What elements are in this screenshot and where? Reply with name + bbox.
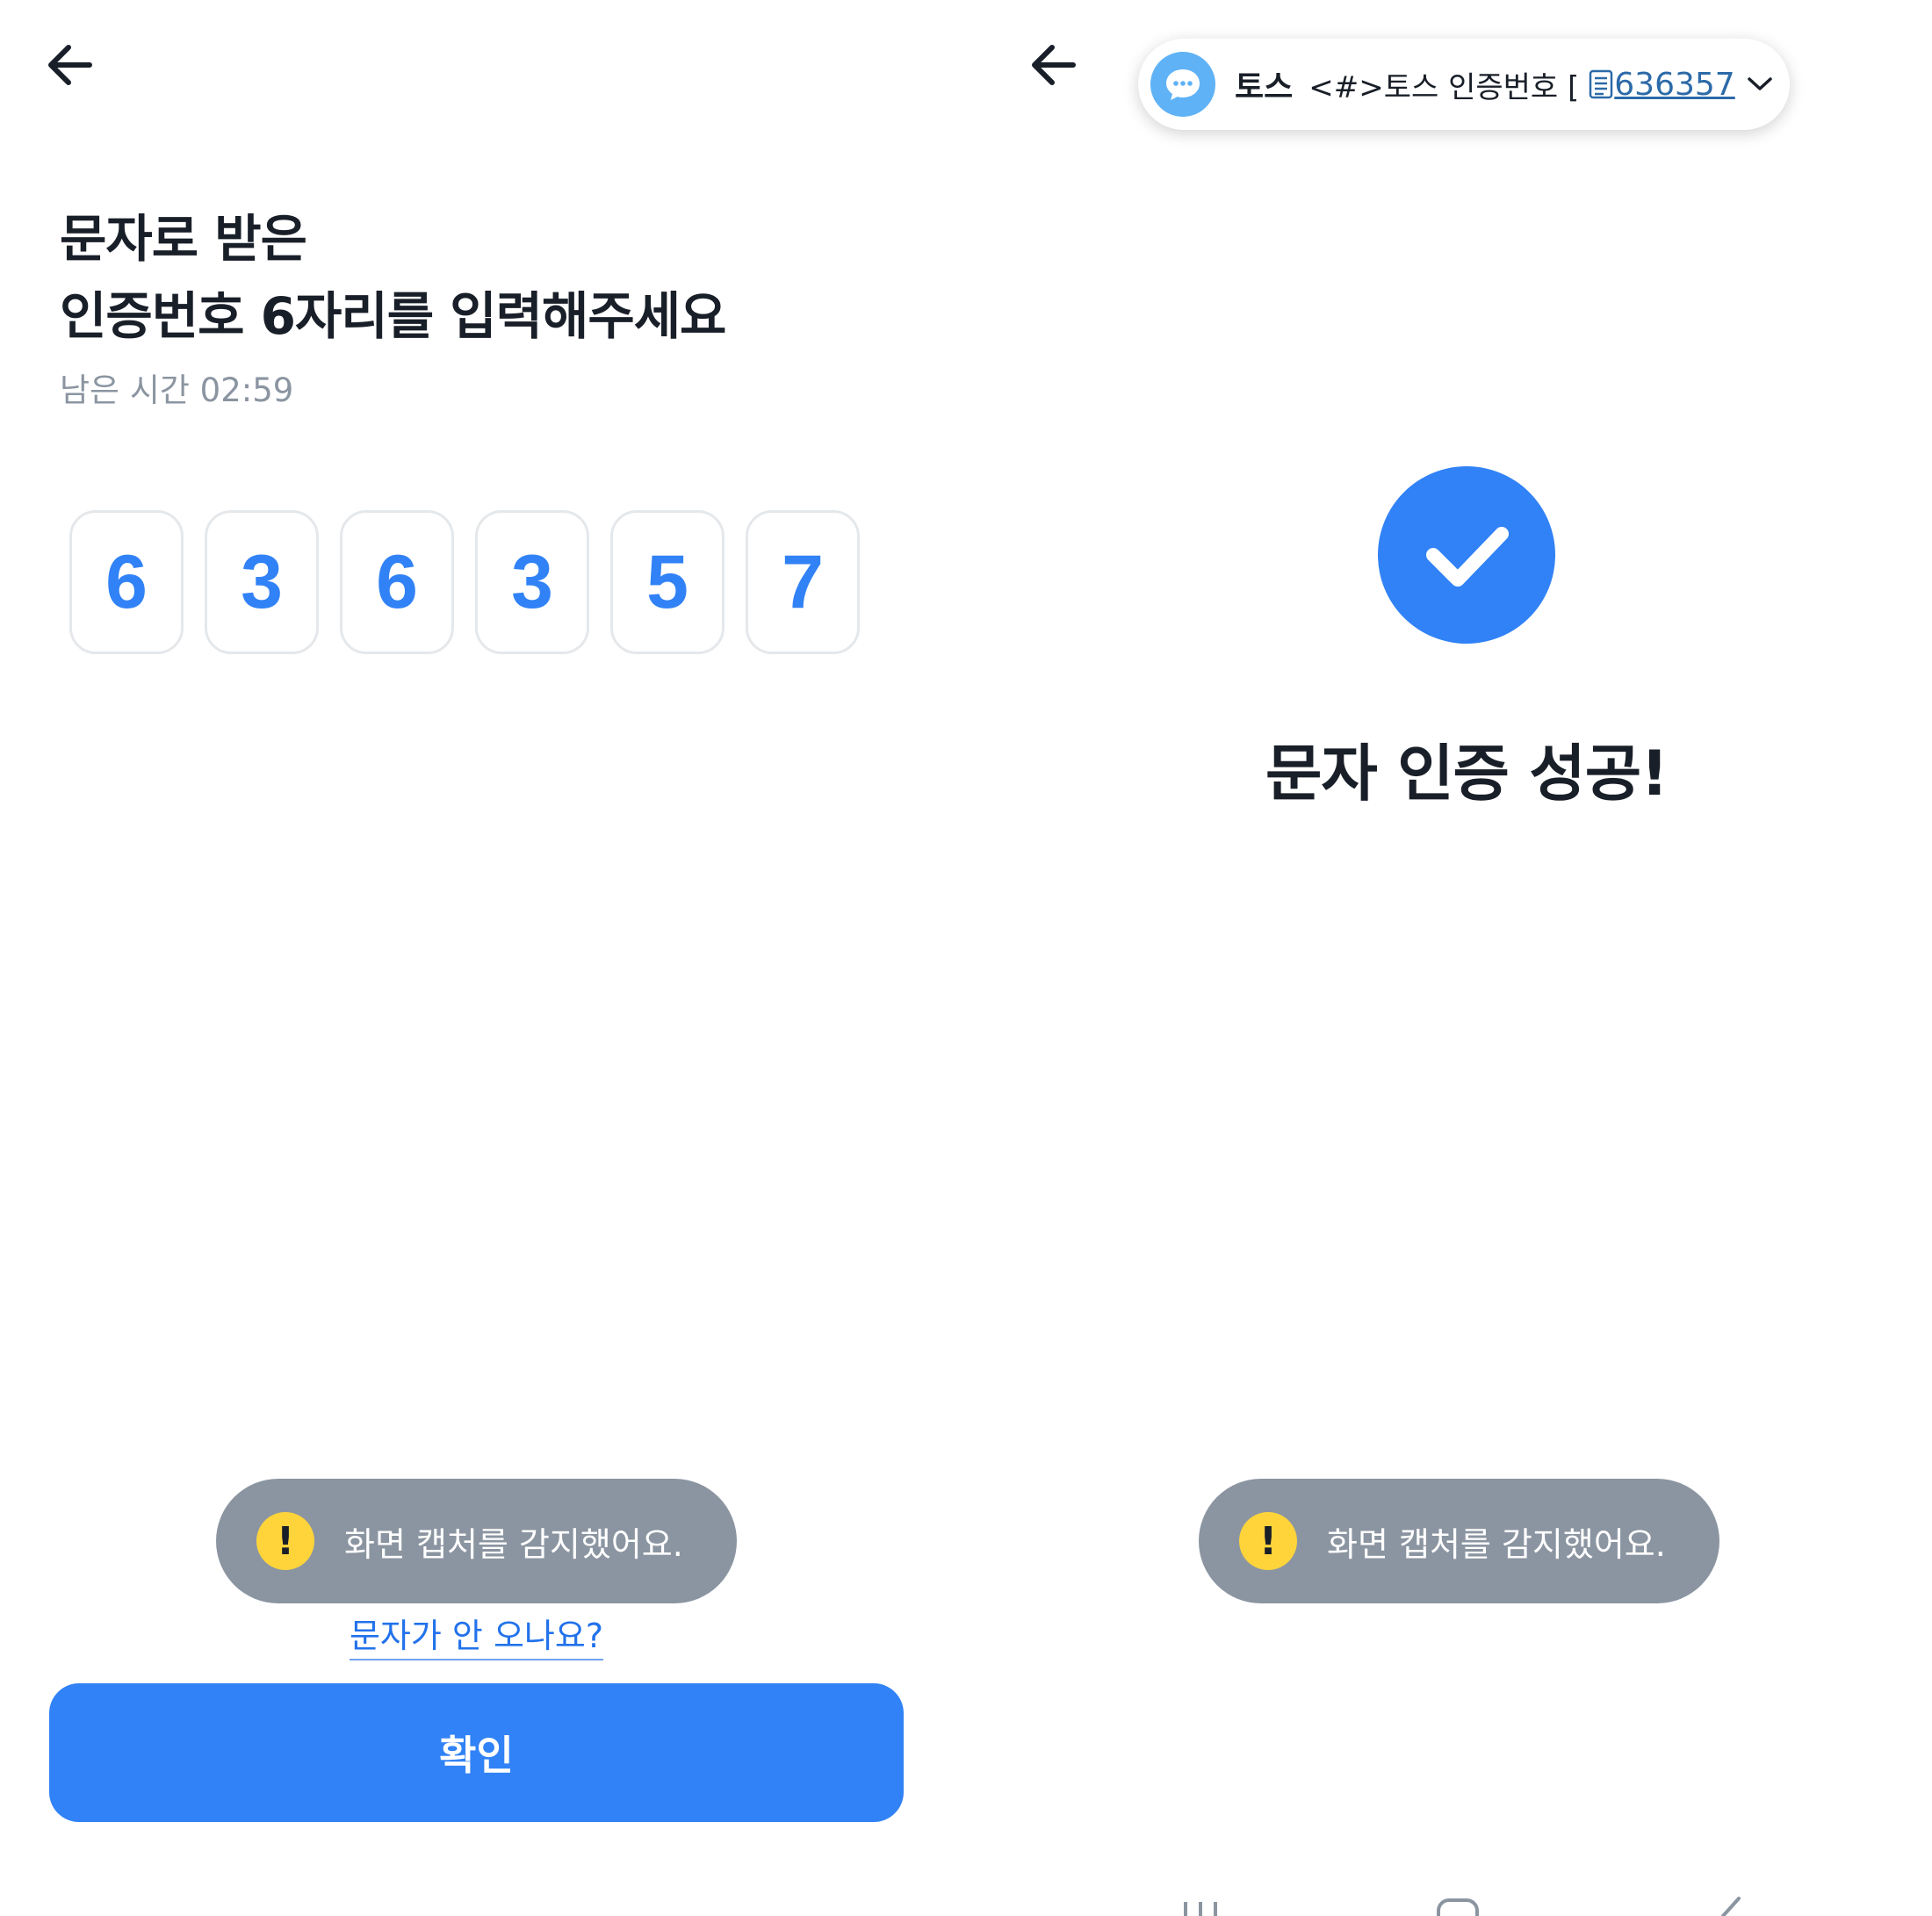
sms-sender: 토스 [1235, 69, 1294, 105]
chevron-down-icon[interactable] [1746, 76, 1774, 93]
page-title: 문자로 받은 인증번호 6자리를 입력해주세요 [60, 200, 726, 355]
arrow-left-icon [48, 45, 92, 85]
otp-digit-3[interactable]: 6 [340, 510, 454, 654]
arrow-left-icon [1032, 45, 1076, 85]
confirm-button[interactable]: 확인 [49, 1683, 904, 1822]
toast-text: 화면 캡처를 감지했어요. [1327, 1524, 1666, 1564]
remaining-time: 남은 시간 02:59 [60, 371, 294, 409]
sms-body: <#>토스 인증번호 [ [1308, 69, 1580, 105]
success-title: 문자 인증 성공! [1265, 738, 1669, 810]
back-button[interactable] [1019, 30, 1089, 100]
back-button[interactable] [35, 30, 105, 100]
verification-input-screen: 문자로 받은 인증번호 6자리를 입력해주세요 남은 시간 02:59 6 3 … [0, 0, 966, 1916]
sms-code-link[interactable]: 636357 [1614, 67, 1734, 103]
otp-digit-1[interactable]: 6 [69, 510, 184, 654]
page-title-line1: 문자로 받은 [60, 209, 307, 269]
check-icon [1378, 466, 1555, 644]
otp-digit-4[interactable]: 3 [475, 510, 589, 654]
copy-icon[interactable] [1588, 68, 1614, 100]
page-title-line2: 인증번호 6자리를 입력해주세요 [60, 286, 726, 346]
home-icon[interactable] [1436, 1897, 1480, 1916]
otp-digit-5[interactable]: 5 [610, 510, 724, 654]
recent-apps-icon[interactable] [1179, 1897, 1222, 1916]
verification-success-screen: 토스 <#>토스 인증번호 [ 636357 문자 인증 성공! ! 화면 캡처… [984, 0, 1932, 1916]
no-sms-link[interactable]: 문자가 안 오나요? [349, 1617, 604, 1660]
otp-code-input[interactable]: 6 3 6 3 5 7 [69, 510, 860, 654]
warning-icon: ! [256, 1512, 314, 1570]
back-nav-icon[interactable] [1712, 1897, 1748, 1916]
screenshot-detected-toast: ! 화면 캡처를 감지했어요. [1199, 1479, 1719, 1603]
toast-text: 화면 캡처를 감지했어요. [344, 1524, 683, 1564]
warning-icon: ! [1239, 1512, 1297, 1570]
otp-digit-2[interactable]: 3 [205, 510, 319, 654]
screenshot-detected-toast: ! 화면 캡처를 감지했어요. [216, 1479, 737, 1603]
sms-code-notification[interactable]: 토스 <#>토스 인증번호 [ 636357 [1138, 39, 1790, 130]
system-navigation-bar [984, 1897, 1932, 1916]
otp-digit-6[interactable]: 7 [746, 510, 860, 654]
message-icon [1150, 52, 1215, 117]
no-sms-help: 문자가 안 오나요? [0, 1609, 953, 1660]
